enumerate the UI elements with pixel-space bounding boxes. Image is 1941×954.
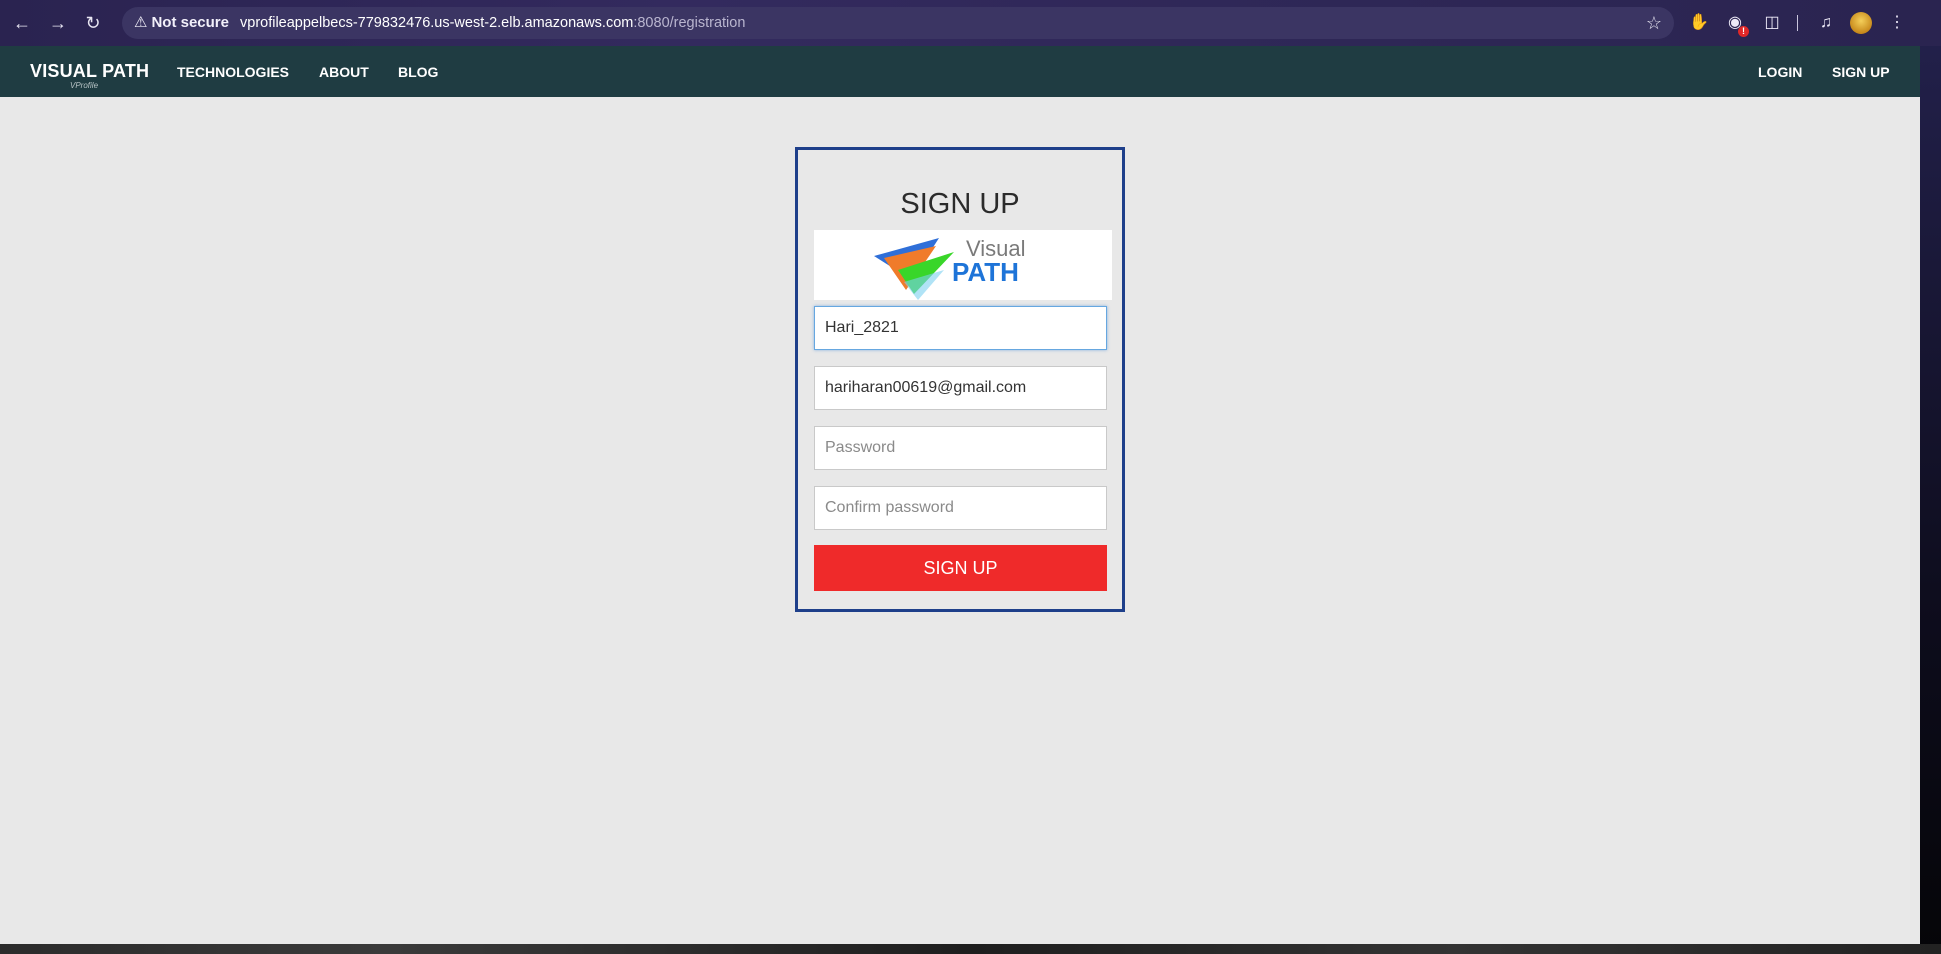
bookmark-star-icon[interactable]: ☆ (1646, 11, 1662, 35)
profile-avatar[interactable] (1850, 12, 1872, 34)
page-viewport: VISUAL PATH VProfile TECHNOLOGIES ABOUT … (0, 46, 1920, 944)
signup-title: SIGN UP (900, 188, 1020, 220)
reload-icon[interactable]: ↻ (81, 11, 105, 35)
security-label: Not secure (151, 14, 229, 31)
extension-alert-icon[interactable]: ◉ (1724, 12, 1749, 37)
url-text[interactable]: vprofileappelbecs-779832476.us-west-2.el… (240, 13, 745, 33)
brand-subtitle: VProfile (70, 81, 99, 90)
url-path: :8080/registration (633, 15, 746, 31)
extensions-puzzle-icon[interactable]: ◫ (1761, 12, 1783, 34)
menu-kebab-icon[interactable]: ⋮ (1886, 12, 1908, 34)
signup-submit-button[interactable]: SIGN UP (814, 545, 1107, 591)
nav-signup[interactable]: SIGN UP (1832, 64, 1890, 80)
nav-about[interactable]: ABOUT (319, 64, 369, 80)
media-controls-icon[interactable]: ♫ (1815, 12, 1837, 34)
brand-logo[interactable]: VISUAL PATH (30, 61, 149, 82)
url-host: vprofileappelbecs-779832476.us-west-2.el… (240, 15, 634, 31)
username-input[interactable] (814, 306, 1107, 350)
nav-login[interactable]: LOGIN (1758, 64, 1802, 80)
desktop-edge (1920, 46, 1941, 954)
browser-toolbar: ← → ↻ ⚠ Not secure vprofileappelbecs-7798… (0, 0, 1941, 46)
visual-path-logo: Visual PATH (814, 230, 1112, 300)
back-icon[interactable]: ← (10, 11, 34, 35)
nav-blog[interactable]: BLOG (398, 64, 438, 80)
site-navbar: VISUAL PATH VProfile TECHNOLOGIES ABOUT … (0, 46, 1920, 97)
warning-icon: ⚠ (134, 14, 148, 31)
ad-blocker-icon[interactable]: ✋ (1688, 12, 1710, 34)
confirm-password-input[interactable] (814, 486, 1107, 530)
email-input[interactable] (814, 366, 1107, 410)
forward-icon[interactable]: → (46, 11, 70, 35)
password-input[interactable] (814, 426, 1107, 470)
toolbar-divider (1797, 15, 1798, 31)
address-bar[interactable]: ⚠ Not secure vprofileappelbecs-779832476.… (122, 7, 1674, 39)
desktop-taskbar-edge (0, 944, 1941, 954)
nav-technologies[interactable]: TECHNOLOGIES (177, 64, 289, 80)
security-indicator[interactable]: ⚠ Not secure (130, 13, 233, 33)
logo-word-path: PATH (952, 257, 1019, 287)
signup-card: SIGN UP Visual PATH SIGN UP (795, 147, 1125, 612)
